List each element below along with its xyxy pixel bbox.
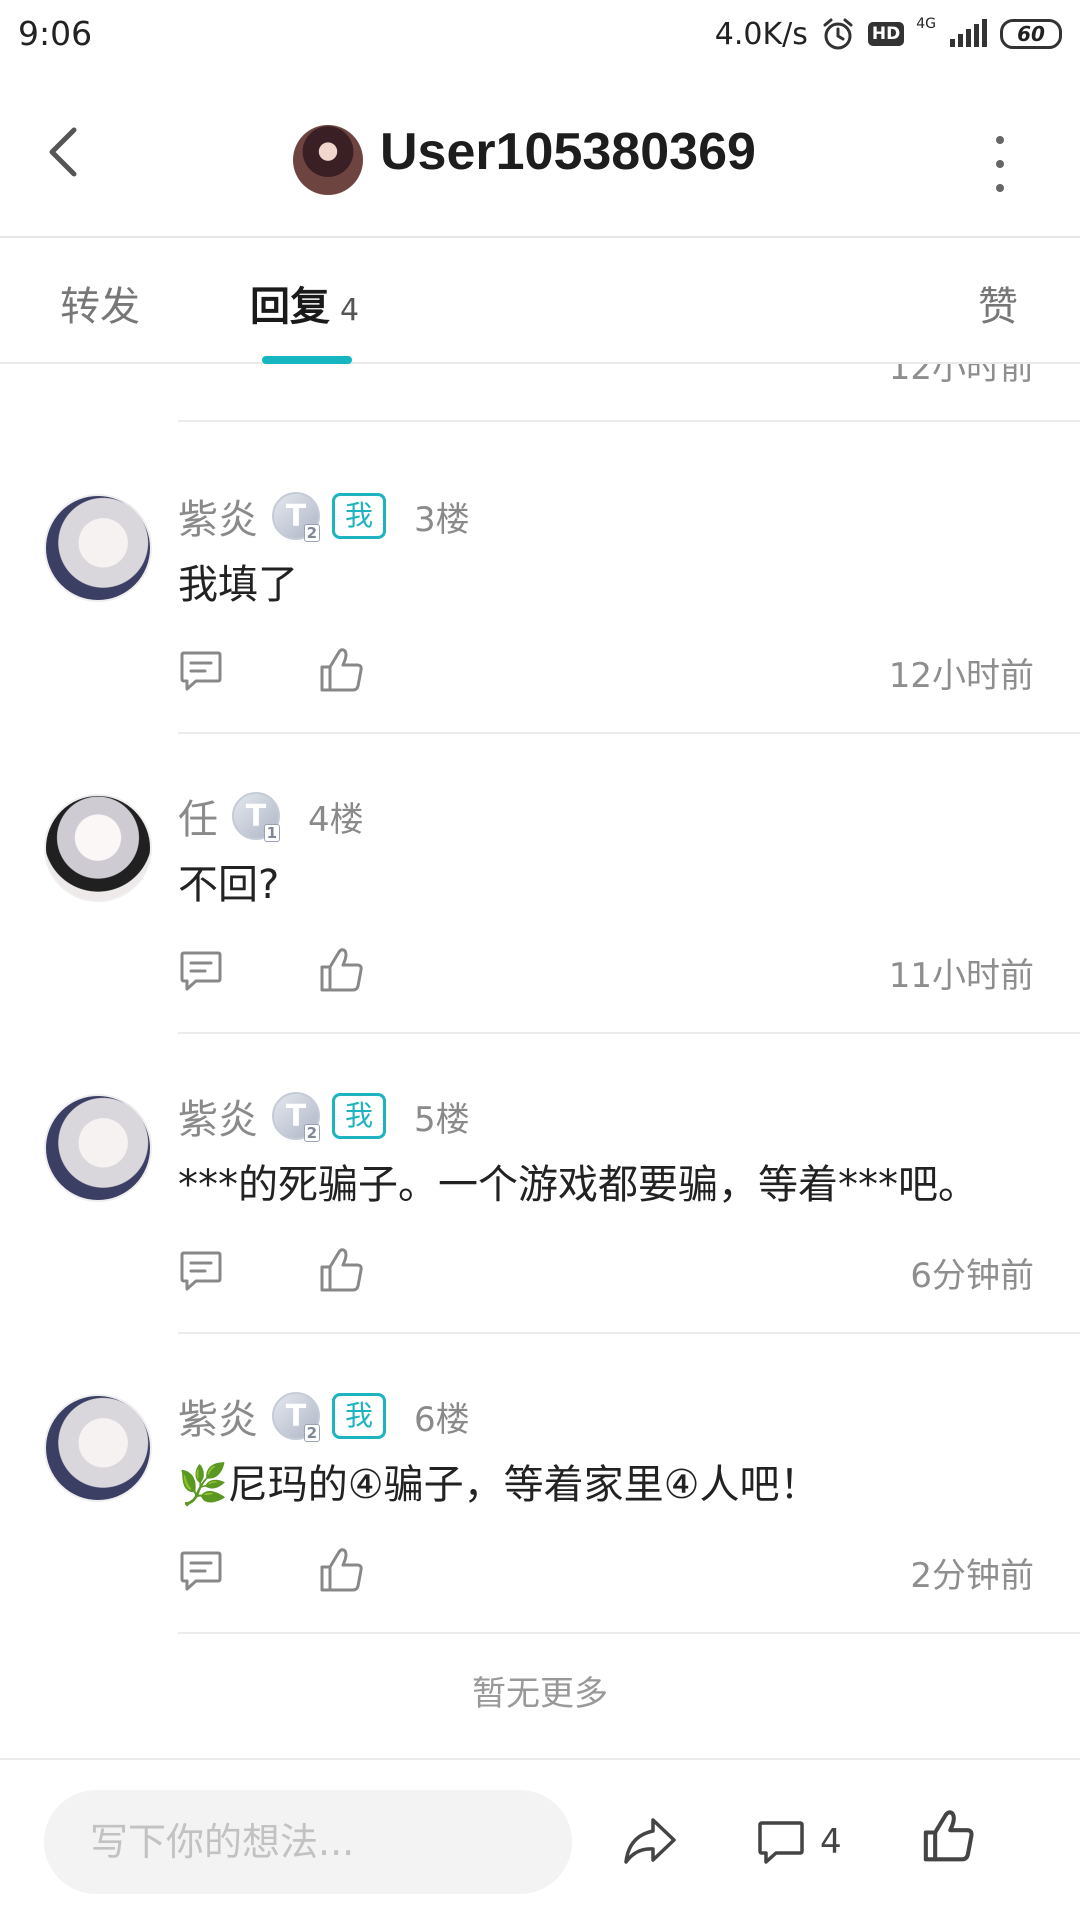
floor-number: 3楼: [414, 499, 470, 540]
tab-like[interactable]: 赞: [978, 274, 1018, 332]
me-badge: 我: [332, 1093, 387, 1139]
comment-username[interactable]: 紫炎: [178, 1387, 258, 1445]
floor-number: 6楼: [414, 1399, 470, 1440]
comment-button[interactable]: 4: [756, 1812, 842, 1872]
comment-item: 紫炎 T2 我 5楼 ***的死骗子。一个游戏都要骗，等着***吧。 6分钟前: [0, 1092, 1080, 1394]
comment-username[interactable]: 紫炎: [178, 1087, 258, 1145]
comment-bubble-icon: [758, 1821, 804, 1864]
comment-meta: 紫炎 T2 我 6楼: [178, 1386, 470, 1446]
divider: [178, 1332, 1080, 1334]
comment-username[interactable]: 任: [178, 787, 218, 845]
share-arrow-icon[interactable]: [620, 1810, 680, 1870]
signal-icon: [950, 19, 987, 47]
floor-number: 5楼: [414, 1099, 470, 1140]
status-time: 9:06: [18, 14, 93, 53]
commenter-avatar[interactable]: [44, 1394, 152, 1502]
comment-count: 4: [820, 1822, 842, 1862]
comment-actions: 11小时前: [178, 944, 1034, 1004]
comment-time: 6分钟前: [910, 1256, 1034, 1296]
thumbs-up-icon[interactable]: [318, 946, 364, 994]
network-type: 4G: [916, 16, 936, 32]
reply-bubble-icon[interactable]: [178, 1248, 224, 1294]
page-title: User105380369: [380, 123, 756, 181]
comment-time: 11小时前: [888, 956, 1034, 996]
divider: [178, 1632, 1080, 1634]
thumbs-up-icon[interactable]: [318, 1546, 364, 1594]
comment-actions: 12小时前: [178, 644, 1034, 704]
comment-actions: 2分钟前: [178, 1544, 1034, 1604]
battery-icon: 60: [1000, 19, 1062, 49]
comment-time: 12小时前: [888, 656, 1034, 696]
active-tab-indicator: [262, 356, 352, 364]
comment-text: 🌿尼玛的④骗子，等着家里④人吧！: [178, 1462, 820, 1508]
reply-bubble-icon[interactable]: [178, 948, 224, 994]
status-icons: 4.0K/s HD 4G 60: [715, 14, 1062, 54]
thumbs-up-icon[interactable]: [318, 1246, 364, 1294]
tab-repost[interactable]: 转发: [60, 274, 140, 332]
bottom-action-bar: 写下你的想法... 4: [0, 1758, 1080, 1920]
alarm-clock-icon: [823, 18, 853, 50]
tab-reply-label: 回复: [250, 284, 330, 330]
reply-bubble-icon[interactable]: [178, 1548, 224, 1594]
divider: [178, 1032, 1080, 1034]
commenter-avatar[interactable]: [44, 794, 152, 902]
comment-text: 不回?: [178, 862, 280, 908]
user-avatar[interactable]: [293, 125, 363, 195]
comment-username[interactable]: 紫炎: [178, 487, 258, 545]
comment-item: 任 T1 4楼 不回? 11小时前: [0, 792, 1080, 1094]
comment-meta: 紫炎 T2 我 5楼: [178, 1086, 470, 1146]
commenter-avatar[interactable]: [44, 1094, 152, 1202]
thumbs-up-icon[interactable]: [920, 1808, 976, 1864]
me-badge: 我: [332, 493, 387, 539]
comment-item: 紫炎 T2 我 6楼 🌿尼玛的④骗子，等着家里④人吧！ 2分钟前: [0, 1392, 1080, 1694]
tab-reply-count: 4: [340, 293, 360, 328]
comment-actions: 6分钟前: [178, 1244, 1034, 1304]
level-badge-icon: T2: [272, 1392, 320, 1442]
status-bar: 9:06 4.0K/s HD 4G 60: [0, 0, 1080, 70]
comment-meta: 任 T1 4楼: [178, 786, 364, 846]
tab-reply[interactable]: 回复 4: [250, 274, 359, 332]
comment-meta: 紫炎 T2 我 3楼: [178, 486, 470, 546]
comment-item: 紫炎 T2 我 3楼 我填了 12小时前: [0, 492, 1080, 794]
me-badge: 我: [332, 1393, 387, 1439]
comment-text: 我填了: [178, 562, 298, 608]
level-badge-icon: T2: [272, 492, 320, 542]
network-speed: 4.0K/s: [714, 16, 808, 52]
reply-bubble-icon[interactable]: [178, 648, 224, 694]
no-more-text: 暂无更多: [472, 1674, 608, 1714]
thumbs-up-icon[interactable]: [318, 646, 364, 694]
top-header: User105380369: [0, 70, 1080, 238]
hd-badge: HD: [867, 22, 905, 46]
commenter-avatar[interactable]: [44, 494, 152, 602]
comment-time: 2分钟前: [910, 1556, 1034, 1596]
back-arrow-icon[interactable]: [36, 122, 96, 182]
more-vertical-icon[interactable]: [980, 136, 1020, 192]
tab-bar: 转发 回复 4 赞: [0, 238, 1080, 364]
comment-input[interactable]: 写下你的想法...: [44, 1790, 572, 1894]
level-badge-icon: T1: [232, 792, 280, 842]
floor-number: 4楼: [308, 799, 364, 840]
level-badge-icon: T2: [272, 1092, 320, 1142]
comment-text: ***的死骗子。一个游戏都要骗，等着***吧。: [178, 1162, 978, 1208]
divider: [178, 732, 1080, 734]
